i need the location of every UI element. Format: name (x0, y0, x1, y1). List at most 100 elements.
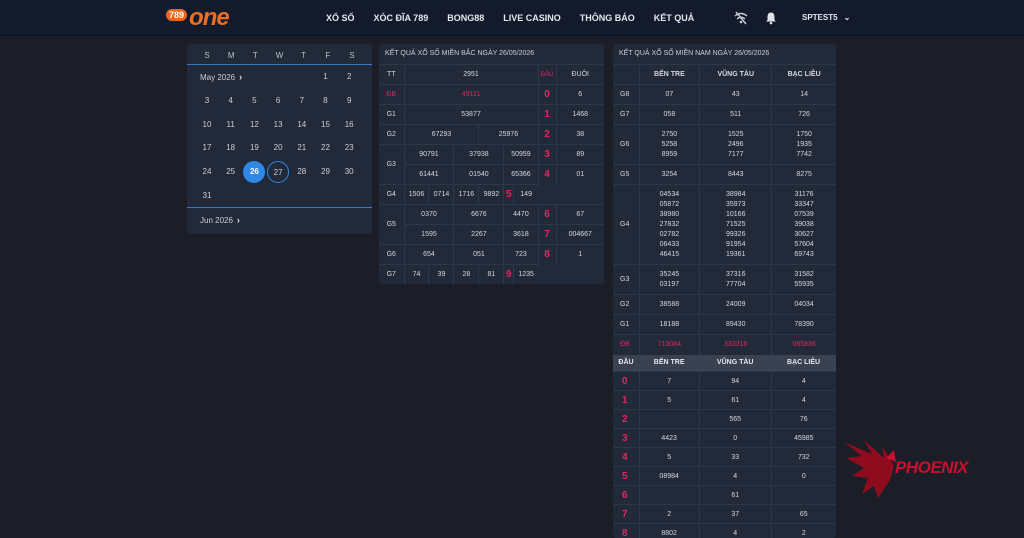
nav-bong88[interactable]: BONG88 (447, 13, 484, 23)
prize-number: 31582 (794, 270, 814, 278)
south-dau-table: ĐẦU BẾN TRE VŨNG TÀU BẠC LIÊU 0 7 94 4 1 5 61 4 2 565… (613, 354, 836, 538)
prize-number: 53877 (404, 104, 539, 125)
duoi-digits: 1 (556, 244, 604, 265)
prize-number: 69743 (794, 250, 814, 258)
prize-label: G6 (379, 244, 405, 265)
table-row: G6 654 051 723 8 1 (379, 244, 604, 265)
prize-label: G7 (613, 104, 640, 125)
table-row: G2 38588 24009 04034 (613, 294, 836, 315)
calendar-day[interactable]: 9 (338, 90, 360, 112)
dau-digit: 4 (613, 447, 640, 467)
calendar-day[interactable]: 16 (338, 114, 360, 136)
calendar-day[interactable]: 3 (196, 90, 218, 112)
table-row: G2 67293 25976 2 38 (379, 124, 604, 145)
duoi-digits: 67 (556, 204, 604, 225)
province-header: VŨNG TÀU (699, 64, 773, 85)
nav-thong-bao[interactable]: THÔNG BÁO (580, 13, 635, 23)
calendar-day[interactable]: 19 (243, 137, 265, 159)
calendar-day[interactable]: 7 (291, 90, 313, 112)
table-row: 7 2 37 65 (613, 504, 836, 524)
prize-number: 65366 (503, 164, 539, 185)
duoi-digits: 76 (771, 409, 836, 429)
calendar-day[interactable]: 8 (315, 90, 337, 112)
calendar-day[interactable]: 31 (196, 185, 218, 207)
calendar-day[interactable]: 28 (291, 161, 313, 183)
month-label-jun[interactable]: Jun 2026 › (200, 215, 240, 225)
calendar-day[interactable]: 23 (338, 137, 360, 159)
prize-label: G2 (613, 294, 640, 315)
calendar: S M T W T F S May 2026 › 1 2 3 4 5 6 7 8 9 10 11 12 1… (187, 44, 372, 234)
prize-cell: 31176 33347 07539 39038 30627 57604 69743 (771, 184, 836, 265)
nav-xo-so[interactable]: XỔ SỐ (326, 13, 355, 23)
calendar-day[interactable]: 1 (315, 66, 337, 88)
prize-label: G5 (379, 204, 405, 245)
prize-number: 04534 (659, 190, 680, 198)
nav-live-casino[interactable]: LIVE CASINO (503, 13, 561, 23)
brand-logo[interactable]: 789 one (166, 4, 230, 31)
calendar-day[interactable]: 18 (220, 137, 242, 159)
calendar-day[interactable]: 21 (291, 137, 313, 159)
dau-digit: 6 (613, 485, 640, 505)
duoi-digits: 37 (699, 504, 772, 524)
calendar-day[interactable]: 2 (338, 66, 360, 88)
prize-number: 5258 (661, 140, 678, 148)
calendar-day[interactable]: 29 (315, 161, 337, 183)
no-signal-icon[interactable] (734, 11, 748, 25)
prize-cell: 1525 2496 7177 (699, 124, 773, 165)
prize-number: 78390 (794, 320, 814, 328)
table-row: 8 8802 4 2 (613, 523, 836, 538)
duoi-digits: 4423 (639, 428, 700, 448)
dau-digit: 6 (538, 204, 557, 225)
prize-number: 50959 (503, 144, 539, 165)
nav-ket-qua[interactable]: KẾT QUẢ (654, 13, 695, 23)
prize-number: 07 (665, 90, 674, 98)
calendar-day[interactable]: 24 (196, 161, 218, 183)
calendar-day[interactable]: 13 (267, 114, 289, 136)
user-menu[interactable]: SPTEST5 ⌄ (802, 13, 850, 22)
nav-xoc-dia-789[interactable]: XÓC ĐĨA 789 (374, 13, 429, 23)
month-label-may[interactable]: May 2026 › (200, 72, 242, 82)
prize-number: 30627 (794, 230, 814, 238)
prize-number: 43 (731, 90, 740, 98)
prize-number: 051 (453, 244, 505, 265)
calendar-day[interactable]: 5 (243, 90, 265, 112)
calendar-day[interactable]: 11 (220, 114, 242, 136)
calendar-day[interactable]: 26 (243, 161, 266, 184)
calendar-day[interactable]: 20 (267, 137, 289, 159)
weekday: F (325, 51, 331, 60)
calendar-day[interactable]: 12 (243, 114, 265, 136)
calendar-day[interactable]: 27 (267, 161, 290, 184)
chevron-right-icon: › (236, 215, 240, 225)
duoi-digits: 0 (699, 428, 772, 448)
weekday: S (349, 51, 355, 60)
dau-digit: 0 (613, 371, 640, 391)
prize-cell: 78390 (771, 314, 836, 335)
prize-number: 726 (798, 110, 810, 118)
col-header-dau: ĐẦU (538, 64, 557, 85)
calendar-day[interactable]: 17 (196, 137, 218, 159)
prize-number: 24009 (726, 300, 746, 308)
calendar-day[interactable]: 4 (220, 90, 242, 112)
prize-cell: 085836 (771, 334, 836, 355)
calendar-day[interactable]: 14 (291, 114, 313, 136)
calendar-day[interactable]: 15 (315, 114, 337, 136)
prize-label: G3 (613, 264, 640, 295)
chevron-right-icon: › (239, 72, 243, 82)
duoi-digits: 565 (699, 409, 772, 429)
prize-cell: 07 (639, 84, 701, 105)
prize-number: 81 (478, 264, 505, 285)
bell-icon[interactable] (764, 11, 778, 25)
corner-cell (613, 64, 640, 85)
table-row: ĐB 713084 333316 085836 (613, 334, 836, 355)
prize-number: 38980 (659, 210, 680, 218)
prize-number: 39 (428, 264, 455, 285)
duoi-digits: 08984 (639, 466, 700, 486)
calendar-day[interactable]: 22 (315, 137, 337, 159)
prize-number: 05872 (659, 200, 680, 208)
prize-number: 99326 (726, 230, 746, 238)
calendar-day[interactable]: 30 (338, 161, 360, 183)
prize-number: 28 (453, 264, 480, 285)
calendar-day[interactable]: 25 (220, 161, 242, 183)
calendar-day[interactable]: 10 (196, 114, 218, 136)
calendar-day[interactable]: 6 (267, 90, 289, 112)
